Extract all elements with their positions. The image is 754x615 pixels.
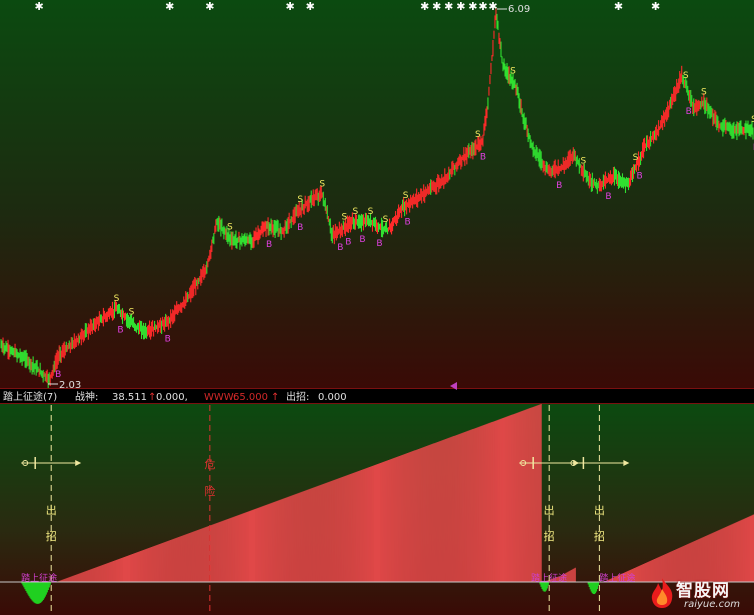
top-signal-mark: ✱: [614, 0, 623, 13]
sell-signal-mark: S: [297, 195, 303, 205]
chu-zhao-char: 招: [544, 529, 555, 543]
brand-name: 智股网: [676, 581, 730, 601]
brand-logo: 智股网 raiyue.com: [648, 575, 752, 613]
price-panel-bg: [0, 0, 754, 388]
chart-window: SSSSSSSSSSSSSSSSSBBBBBBBBBBBBBBBB✱✱✱✱✱✱✱…: [0, 0, 754, 615]
flame-logo-icon: [651, 578, 673, 608]
signal-name-label: 踏上征途: [21, 572, 57, 584]
sell-signal-mark: S: [475, 130, 481, 140]
indicator-legend: 踏上征途(7) 战神: 38.511 ↑ 0.000, WWW: 65.000 …: [3, 390, 347, 403]
buy-signal-mark: B: [480, 152, 486, 162]
buy-signal-mark: B: [605, 192, 611, 202]
legend-s4-value: 0.000: [318, 392, 347, 403]
chu-zhao-char: 出: [46, 503, 57, 517]
sell-signal-mark: S: [383, 215, 389, 225]
top-signal-mark: ✱: [286, 0, 295, 13]
top-signal-mark: ✱: [444, 0, 453, 13]
legend-s3-value: 65.000: [233, 392, 268, 403]
buy-signal-mark: B: [266, 240, 272, 250]
sell-signal-mark: S: [510, 66, 516, 76]
chu-zhao-char: 招: [46, 529, 57, 543]
buy-signal-mark: B: [376, 239, 382, 249]
top-signal-mark: ✱: [478, 0, 487, 13]
sell-signal-mark: S: [683, 71, 689, 81]
sell-signal-mark: S: [114, 294, 120, 304]
buy-signal-mark: B: [55, 370, 61, 380]
chu-zhao-char: 出: [594, 503, 605, 517]
signal-name-label: 踏上征途: [599, 572, 635, 584]
buy-signal-mark: B: [297, 223, 303, 233]
danger-char: 危: [204, 458, 215, 471]
top-signal-mark: ✱: [651, 0, 660, 13]
chu-zhao-char: 出: [544, 503, 555, 517]
legend-title: 踏上征途(7): [3, 390, 57, 403]
legend-s4-label: 出招:: [286, 390, 309, 403]
buy-signal-mark: B: [337, 243, 343, 253]
sell-signal-mark: S: [353, 207, 359, 217]
buy-signal-mark: B: [686, 107, 692, 117]
legend-s3-label: WWW:: [204, 392, 236, 403]
buy-signal-mark: B: [345, 238, 351, 248]
signal-name-label: 踏上征途: [531, 572, 567, 584]
sell-signal-mark: S: [368, 207, 374, 217]
brand-url: raiyue.com: [684, 599, 740, 610]
top-signal-mark: ✱: [306, 0, 315, 13]
top-signal-mark: ✱: [488, 0, 497, 13]
sell-signal-mark: S: [633, 153, 639, 163]
buy-signal-mark: B: [405, 218, 411, 228]
low-price-label: 2.03: [59, 380, 81, 391]
chu-zhao-char: 招: [594, 529, 605, 543]
top-signal-mark: ✱: [432, 0, 441, 13]
top-signal-mark: ✱: [456, 0, 465, 13]
sell-signal-mark: S: [403, 191, 409, 201]
legend-s2-value: 0.000,: [156, 392, 188, 403]
stock-chart: SSSSSSSSSSSSSSSSSBBBBBBBBBBBBBBBB✱✱✱✱✱✱✱…: [0, 0, 754, 615]
legend-s1-value: 38.511: [112, 392, 147, 403]
sell-signal-mark: S: [129, 308, 135, 318]
top-signal-mark: ✱: [420, 0, 429, 13]
sell-signal-mark: S: [227, 223, 233, 233]
danger-char: 险: [204, 484, 215, 498]
buy-signal-mark: B: [636, 171, 642, 181]
top-signal-mark: ✱: [35, 0, 44, 13]
sell-signal-mark: S: [319, 179, 325, 189]
legend-s1-label: 战神:: [75, 390, 98, 403]
buy-signal-mark: B: [556, 181, 562, 191]
top-signal-mark: ✱: [205, 0, 214, 13]
legend-up-arrow-icon-2: ↑: [271, 392, 279, 403]
sell-signal-mark: S: [580, 156, 586, 166]
buy-signal-mark: B: [359, 235, 365, 245]
buy-signal-mark: B: [117, 326, 123, 336]
high-price-label: 6.09: [508, 4, 530, 15]
top-signal-mark: ✱: [468, 0, 477, 13]
indicator-panel-bg: [0, 403, 754, 615]
top-signal-mark: ✱: [165, 0, 174, 13]
sell-signal-mark: S: [342, 212, 348, 222]
buy-signal-mark: B: [165, 334, 171, 344]
sell-signal-mark: S: [701, 88, 707, 98]
